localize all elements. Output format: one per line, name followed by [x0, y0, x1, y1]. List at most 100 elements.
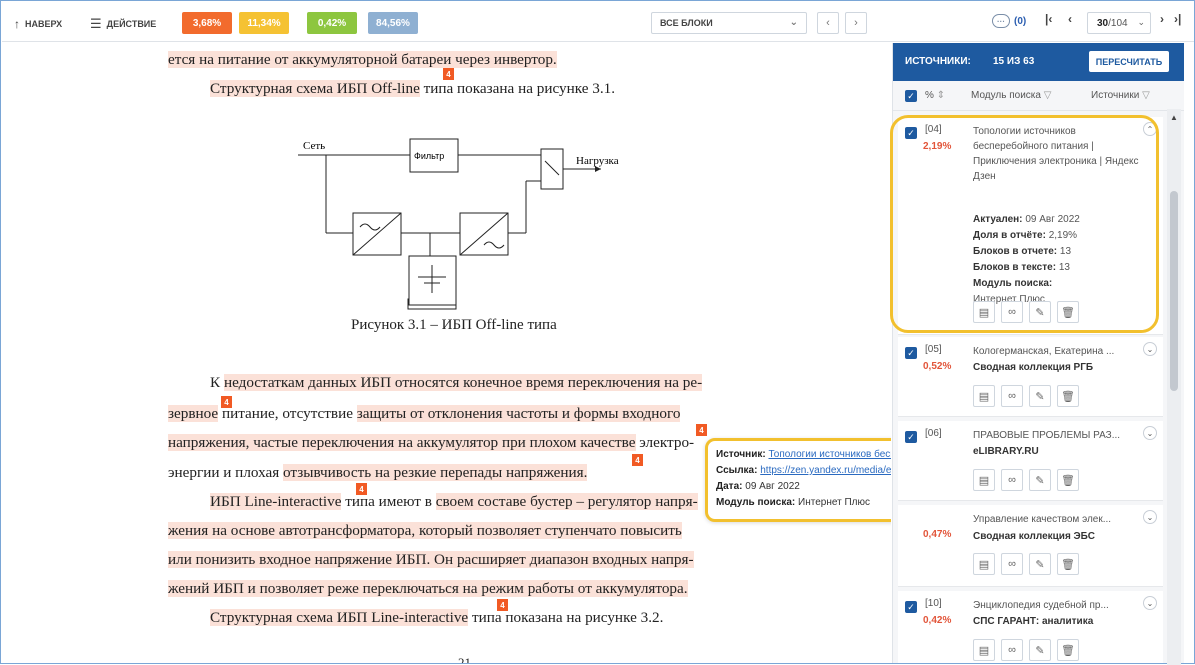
sources-header: ИСТОЧНИКИ: 15 ИЗ 63 ПЕРЕСЧИТАТЬ: [893, 43, 1184, 81]
filter-sources[interactable]: Источники ▽: [1091, 90, 1150, 101]
plain-text: типа показана на рисунке 3.2.: [468, 609, 664, 626]
meta-label: Доля в отчёте:: [973, 230, 1046, 241]
plain-text: энергии и плохая: [168, 464, 284, 481]
stat-citations[interactable]: 11,34%: [239, 12, 289, 34]
source-card[interactable]: ✓ [06] ПРАВОВЫЕ ПРОБЛЕМЫ РАЗ... ⌄ eLIBRA…: [898, 421, 1163, 501]
tooltip-url-link[interactable]: https://zen.yandex.ru/media/el...: [760, 465, 891, 476]
highlighted-text[interactable]: отзывчивость на резкие перепады напряжен…: [283, 464, 588, 481]
trash-icon[interactable]: 🗑: [1057, 639, 1079, 661]
highlighted-text[interactable]: зервное: [168, 405, 219, 422]
pencil-icon[interactable]: ✎: [1029, 553, 1051, 575]
sources-title: ИСТОЧНИКИ:: [905, 56, 971, 67]
source-marker[interactable]: 4: [696, 424, 707, 436]
blocks-select[interactable]: ВСЕ БЛОКИ ⌄: [651, 12, 807, 34]
collapse-icon[interactable]: ⌃: [1143, 122, 1157, 136]
next-block-button[interactable]: ›: [845, 12, 867, 34]
sources-sidebar: ИСТОЧНИКИ: 15 ИЗ 63 ПЕРЕСЧИТАТЬ ✓ % ⇕ Мо…: [892, 43, 1184, 663]
link-icon[interactable]: ∞: [1001, 553, 1023, 575]
source-checkbox[interactable]: ✓: [905, 601, 917, 613]
link-icon[interactable]: ∞: [1001, 639, 1023, 661]
recalculate-button[interactable]: ПЕРЕСЧИТАТЬ: [1089, 51, 1169, 72]
pencil-icon[interactable]: ✎: [1029, 301, 1051, 323]
document-view: ется на питание от аккумуляторной батаре…: [2, 43, 891, 663]
expand-icon[interactable]: ⌄: [1143, 510, 1157, 524]
expand-icon[interactable]: ⌄: [1143, 596, 1157, 610]
stat-plagiarism[interactable]: 3,68%: [182, 12, 232, 34]
trash-icon[interactable]: 🗑: [1057, 469, 1079, 491]
book-icon[interactable]: ▤: [973, 301, 995, 323]
source-card[interactable]: ✓ [04] 2,19% Топологии источников беспер…: [898, 117, 1163, 335]
filter-icon: ▽: [1043, 90, 1052, 101]
highlighted-text[interactable]: или понизить входное напряжение ИБП. Он …: [168, 551, 694, 568]
meta-label: Блоков в тексте:: [973, 262, 1057, 273]
select-all-checkbox[interactable]: ✓: [905, 90, 917, 102]
last-page-button[interactable]: ›|: [1174, 12, 1181, 26]
highlighted-text[interactable]: напряжения, частые переключения на аккум…: [168, 434, 636, 451]
sidebar-scrollbar[interactable]: ▲: [1167, 109, 1181, 665]
sort-pct[interactable]: % ⇕: [925, 90, 945, 101]
source-checkbox[interactable]: ✓: [905, 431, 917, 443]
pencil-icon[interactable]: ✎: [1029, 639, 1051, 661]
link-icon[interactable]: ∞: [1001, 385, 1023, 407]
link-icon[interactable]: ∞: [1001, 469, 1023, 491]
source-title[interactable]: Управление качеством элек...: [973, 512, 1143, 527]
stat-originality[interactable]: 84,56%: [368, 12, 418, 34]
source-title[interactable]: Топологии источников бесперебойного пита…: [973, 124, 1143, 184]
doc-line: Структурная схема ИБП Line-interactive т…: [210, 609, 663, 627]
highlighted-text[interactable]: ется на питание от аккумуляторной батаре…: [168, 51, 557, 68]
book-icon[interactable]: ▤: [973, 553, 995, 575]
comments-count: (0): [1014, 15, 1027, 27]
highlighted-text[interactable]: своем составе бустер – регулятор напря-: [435, 493, 698, 510]
highlighted-text[interactable]: защиты от отклонения частоты и формы вхо…: [356, 405, 681, 422]
source-title[interactable]: Кологерманская, Екатерина ...: [973, 344, 1143, 359]
source-marker[interactable]: 4: [443, 68, 454, 80]
doc-line: ется на питание от аккумуляторной батаре…: [168, 51, 557, 69]
trash-icon[interactable]: 🗑: [1057, 553, 1079, 575]
filter-module[interactable]: Модуль поиска ▽: [971, 90, 1051, 101]
highlighted-text[interactable]: Структурная схема ИБП Off-line: [210, 80, 420, 97]
next-page-button[interactable]: ›: [1160, 12, 1164, 26]
expand-icon[interactable]: ⌄: [1143, 426, 1157, 440]
source-checkbox[interactable]: ✓: [905, 127, 917, 139]
book-icon[interactable]: ▤: [973, 639, 995, 661]
highlighted-text[interactable]: недостаткам данных ИБП относятся конечно…: [223, 374, 703, 391]
scroll-top-button[interactable]: ↑ НАВЕРХ: [14, 13, 62, 35]
first-page-button[interactable]: |‹: [1045, 12, 1052, 26]
comments-button[interactable]: ··· (0): [992, 14, 1026, 28]
prev-page-button[interactable]: ‹: [1068, 12, 1072, 26]
pencil-icon[interactable]: ✎: [1029, 385, 1051, 407]
figure-caption: Рисунок 3.1 – ИБП Off-line типа: [351, 317, 557, 333]
book-icon[interactable]: ▤: [973, 469, 995, 491]
source-card[interactable]: 0,47% Управление качеством элек... ⌄ Сво…: [898, 505, 1163, 587]
doc-line: энергии и плохая отзывчивость на резкие …: [168, 464, 588, 482]
trash-icon[interactable]: 🗑: [1057, 385, 1079, 407]
source-collection: eLIBRARY.RU: [973, 446, 1039, 457]
switch-block: [540, 148, 564, 190]
highlighted-text[interactable]: жений ИБП и позволяет реже переключаться…: [168, 580, 688, 597]
scrollbar-thumb[interactable]: [1170, 191, 1178, 391]
trash-icon[interactable]: 🗑: [1057, 301, 1079, 323]
highlighted-text[interactable]: Структурная схема ИБП Line-interactive: [210, 609, 469, 626]
doc-line: ИБП Line-interactive типа имеют в своем …: [210, 493, 698, 511]
source-card[interactable]: ✓ [10] 0,42% Энциклопедия судебной пр...…: [898, 591, 1163, 663]
source-title[interactable]: ПРАВОВЫЕ ПРОБЛЕМЫ РАЗ...: [973, 428, 1143, 443]
link-icon[interactable]: ∞: [1001, 301, 1023, 323]
source-marker[interactable]: 4: [632, 454, 643, 466]
source-card[interactable]: ✓ [05] 0,52% Кологерманская, Екатерина .…: [898, 337, 1163, 417]
highlighted-text[interactable]: жения на основе автотрансформатора, кото…: [168, 522, 682, 539]
source-title[interactable]: Энциклопедия судебной пр...: [973, 598, 1143, 613]
meta-blocks-text: Блоков в тексте: 13: [973, 260, 1080, 276]
page-select[interactable]: 30 /104 ⌄: [1087, 12, 1151, 34]
action-menu-button[interactable]: ☰ ДЕЙСТВИЕ: [90, 13, 156, 35]
stat-self-citations[interactable]: 0,42%: [307, 12, 357, 34]
pencil-icon[interactable]: ✎: [1029, 469, 1051, 491]
scroll-up-icon[interactable]: ▲: [1170, 113, 1178, 122]
expand-icon[interactable]: ⌄: [1143, 342, 1157, 356]
book-icon[interactable]: ▤: [973, 385, 995, 407]
tooltip-source-link[interactable]: Топологии источников беспе...: [768, 449, 891, 460]
col-sources-label: Источники: [1091, 90, 1140, 101]
prev-block-button[interactable]: ‹: [817, 12, 839, 34]
source-checkbox[interactable]: ✓: [905, 347, 917, 359]
tooltip-link-row: Ссылка: https://zen.yandex.ru/media/el..…: [716, 463, 891, 479]
highlighted-text[interactable]: ИБП Line-interactive: [210, 493, 342, 510]
